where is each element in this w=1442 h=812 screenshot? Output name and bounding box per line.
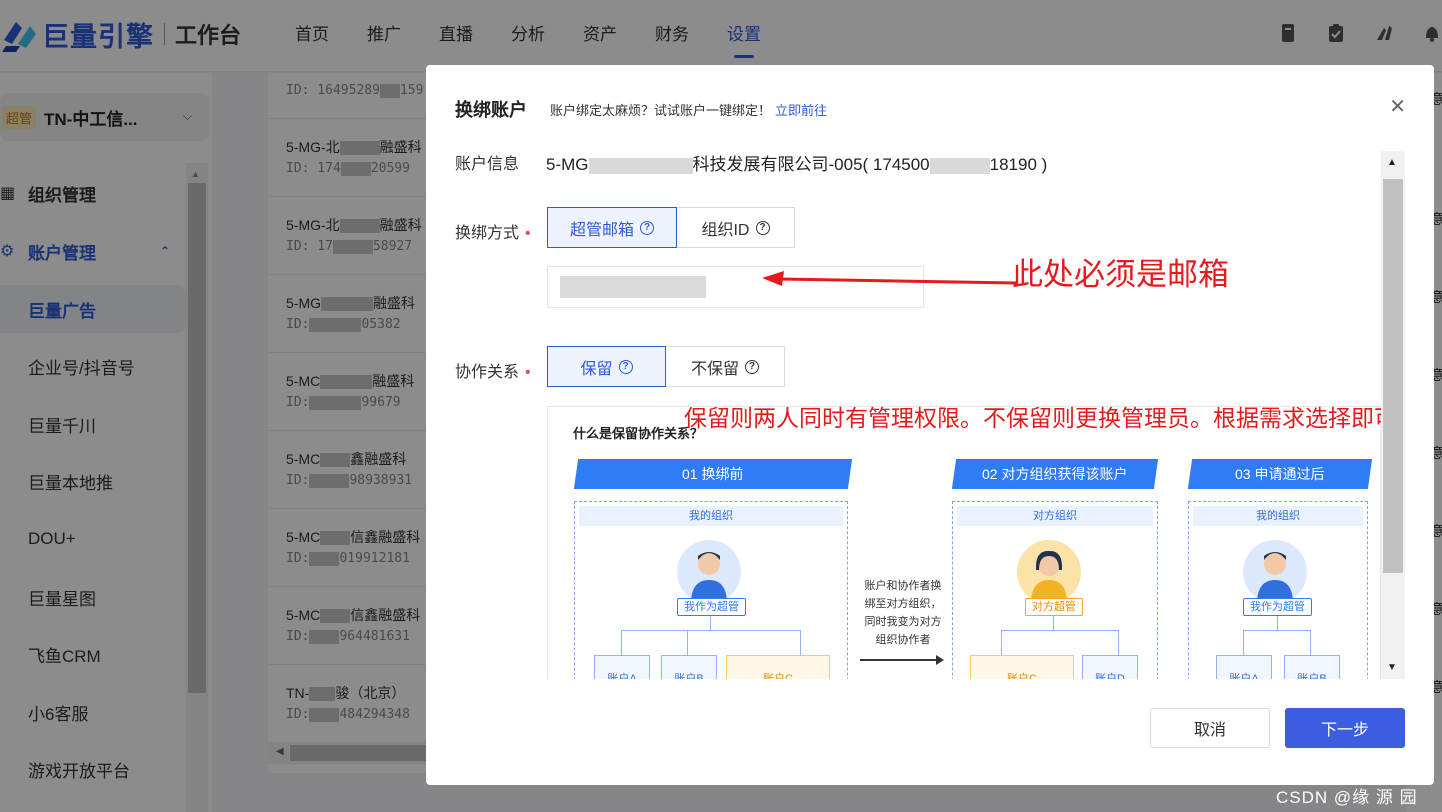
avatar: [1017, 540, 1081, 604]
modal-body: 账户信息 5-MG 科技发展有限公司-005( 174500 18190 ) 换绑方…: [426, 145, 1404, 679]
account-card: 账户A: [1216, 655, 1272, 679]
annotation-arrow: [762, 271, 1017, 286]
next-step-button[interactable]: 下一步: [1285, 708, 1405, 748]
avatar: [1243, 540, 1307, 604]
tree-connector: [1053, 616, 1054, 630]
modal-scrollbar[interactable]: ▲ ▼: [1381, 151, 1405, 679]
my-org-box-after: 我的组织 我作为超管: [1188, 501, 1368, 679]
cooperation-group: 保留? 不保留?: [547, 346, 785, 387]
account-card: 账户B: [661, 655, 717, 679]
box-caption: 我的组织: [579, 506, 843, 526]
tree-connector: [621, 630, 801, 656]
role-tag: 我作为超管: [677, 598, 746, 616]
modal-tip: 账户绑定太麻烦？试试账户一键绑定！ 立即前往: [550, 100, 827, 119]
modal-tip-text: 账户绑定太麻烦？试试账户一键绑定！: [550, 103, 772, 118]
account-info-value: 5-MG 科技发展有限公司-005( 174500 18190 ): [546, 155, 1048, 174]
cooperation-diagram: 什么是保留协作关系？ 01 换绑前 02 对方组织获得该账户 03 申请通过后 …: [547, 406, 1381, 679]
cooperation-label: 协作关系 •: [455, 364, 531, 381]
my-org-box: 我的组织 我作为超管: [574, 501, 848, 679]
email-annotation: 此处必须是邮箱: [1012, 257, 1229, 292]
tree-connector: [1001, 630, 1119, 656]
watermark: CSDN @缘 源 园: [1276, 788, 1418, 807]
tree-connector: [687, 630, 688, 656]
option-org-id[interactable]: 组织ID?: [677, 207, 795, 248]
option-admin-email[interactable]: 超管邮箱?: [547, 207, 677, 248]
help-icon[interactable]: ?: [755, 220, 770, 235]
account-card: 账户B: [1284, 655, 1340, 679]
account-info-label: 账户信息: [455, 156, 520, 173]
transfer-description: 账户和协作者换 绑至对方组织， 同时我变为对方 组织协作者: [864, 580, 942, 646]
step-header: 03 申请通过后: [1187, 459, 1373, 489]
account-card: 账户C: [970, 655, 1074, 679]
account-card: 账户D: [1082, 655, 1138, 679]
rebind-method-label: 换绑方式 •: [455, 225, 531, 242]
help-icon[interactable]: ?: [745, 359, 759, 374]
tree-connector: [1277, 616, 1278, 630]
modal-title: 换绑账户: [455, 100, 527, 120]
other-org-box: 对方组织 对方超管: [952, 501, 1158, 679]
cancel-button[interactable]: 取消: [1150, 708, 1270, 748]
arrow-right-icon: [860, 655, 944, 665]
avatar: [677, 540, 741, 604]
rebind-method-group: 超管邮箱? 组织ID?: [547, 207, 795, 248]
account-card: 账户A: [594, 655, 650, 679]
rebind-account-modal: 换绑账户 账户绑定太麻烦？试试账户一键绑定！ 立即前往 ✕ 账户信息 5-MG 科技…: [426, 65, 1434, 785]
scroll-down-icon[interactable]: ▼: [1387, 662, 1397, 673]
tree-connector: [1243, 630, 1311, 656]
account-card: 账户C: [726, 655, 830, 679]
redacted-email: [560, 276, 706, 298]
scroll-up-icon[interactable]: ▲: [1387, 157, 1397, 168]
step-header: 01 换绑前: [573, 459, 853, 489]
modal-scroll-thumb[interactable]: [1383, 179, 1403, 573]
option-not-keep[interactable]: 不保留?: [666, 346, 785, 387]
box-caption: 我的组织: [1193, 506, 1363, 526]
role-tag: 我作为超管: [1243, 598, 1312, 616]
option-keep[interactable]: 保留?: [547, 346, 666, 387]
go-now-link[interactable]: 立即前往: [775, 103, 827, 118]
cooperation-annotation: 保留则两人同时有管理权限。不保留则更换管理员。根据需求选择即可: [684, 405, 1397, 431]
help-icon[interactable]: ?: [640, 220, 654, 235]
close-icon[interactable]: ✕: [1389, 97, 1406, 117]
help-icon[interactable]: ?: [618, 359, 633, 374]
role-tag: 对方超管: [1025, 598, 1083, 616]
step-header: 02 对方组织获得该账户: [951, 459, 1159, 489]
tree-connector: [710, 616, 711, 630]
box-caption: 对方组织: [957, 506, 1153, 526]
